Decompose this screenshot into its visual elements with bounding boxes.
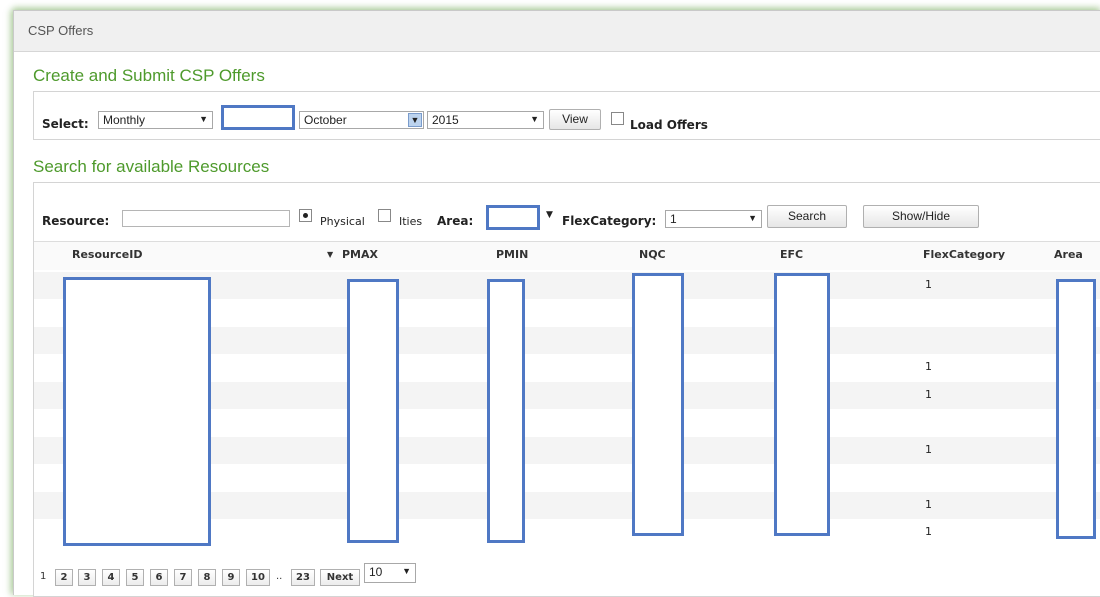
col-area-header[interactable]: Area [1054,248,1083,261]
table-header: ResourceID ▼ PMAX PMIN NQC EFC FlexCateg… [34,242,1100,270]
resource-label: Resource: [42,214,110,228]
period-value: Monthly [103,113,146,127]
redacted-pmin-column [487,279,525,543]
page-8-button[interactable]: 8 [198,569,216,586]
create-section-title: Create and Submit CSP Offers [33,66,265,85]
redacted-pmax-column [347,279,399,543]
load-offers-label: Load Offers [630,118,708,132]
title-bar: CSP Offers [14,11,1100,52]
flexcategory-cell: 1 [925,525,932,538]
physical-label: Physical [320,215,365,228]
col-efc-header[interactable]: EFC [780,248,803,261]
col-pmax-header[interactable]: PMAX [342,248,378,261]
redacted-efc-column [774,273,830,536]
chevron-down-icon: ▼ [408,113,422,127]
resource-input[interactable] [122,210,290,227]
period-select[interactable]: Monthly ▼ [98,111,213,129]
page-size-select[interactable]: 10 ▼ [364,563,416,583]
page-2-button[interactable]: 2 [55,569,73,586]
search-button[interactable]: Search [767,205,847,228]
ities-radio[interactable] [378,209,391,222]
search-panel: Resource: Physical Ities Area: ▼ FlexCat… [33,182,1100,597]
next-page-button[interactable]: Next [320,569,360,586]
chevron-down-icon: ▼ [546,210,553,220]
pagination-current: 1 [40,571,47,582]
window-frame: CSP Offers Create and Submit CSP Offers … [13,10,1100,597]
month-select[interactable]: October ▼ [299,111,424,129]
pagination-ellipsis: .. [276,571,283,582]
page-23-button[interactable]: 23 [291,569,315,586]
redacted-nqc-column [632,273,684,536]
load-offers-checkbox[interactable] [611,112,624,125]
show-hide-button[interactable]: Show/Hide [863,205,979,228]
window-title: CSP Offers [28,23,94,38]
redacted-area-column [1056,279,1096,539]
col-resourceid-header[interactable]: ResourceID [72,248,143,261]
page-3-button[interactable]: 3 [78,569,96,586]
redacted-resourceid-column [63,277,211,546]
page-7-button[interactable]: 7 [174,569,192,586]
chevron-down-icon: ▼ [402,566,411,576]
redacted-field [221,105,295,130]
view-button[interactable]: View [549,109,601,130]
flexcategory-cell: 1 [925,360,932,373]
search-section-title: Search for available Resources [33,157,270,176]
resources-table: ResourceID ▼ PMAX PMIN NQC EFC FlexCateg… [34,241,1100,549]
chevron-down-icon: ▼ [748,213,757,223]
physical-radio[interactable] [299,209,312,222]
flexcategory-cell: 1 [925,443,932,456]
flexcategory-select[interactable]: 1 ▼ [665,210,762,228]
area-label: Area: [437,214,474,228]
radio-selected-icon [303,213,308,218]
page-size-value: 10 [369,565,383,579]
create-panel: Select: Monthly ▼ October ▼ 2015 ▼ View … [33,91,1100,140]
page-4-button[interactable]: 4 [102,569,120,586]
col-flexcategory-header[interactable]: FlexCategory [923,248,1005,261]
select-label: Select: [42,117,89,131]
col-nqc-header[interactable]: NQC [639,248,666,261]
page-5-button[interactable]: 5 [126,569,144,586]
page-6-button[interactable]: 6 [150,569,168,586]
flexcategory-cell: 1 [925,278,932,291]
col-pmin-header[interactable]: PMIN [496,248,528,261]
sort-down-icon[interactable]: ▼ [327,250,333,259]
ities-label: Ities [399,215,423,228]
month-value: October [304,113,347,127]
flexcategory-label: FlexCategory: [562,214,657,228]
flexcategory-cell: 1 [925,388,932,401]
redacted-area-select[interactable] [486,205,540,230]
chevron-down-icon: ▼ [530,114,539,124]
flexcategory-value: 1 [670,212,677,226]
page-9-button[interactable]: 9 [222,569,240,586]
page-10-button[interactable]: 10 [246,569,270,586]
year-value: 2015 [432,113,459,127]
chevron-down-icon: ▼ [199,114,208,124]
year-select[interactable]: 2015 ▼ [427,111,544,129]
flexcategory-cell: 1 [925,498,932,511]
